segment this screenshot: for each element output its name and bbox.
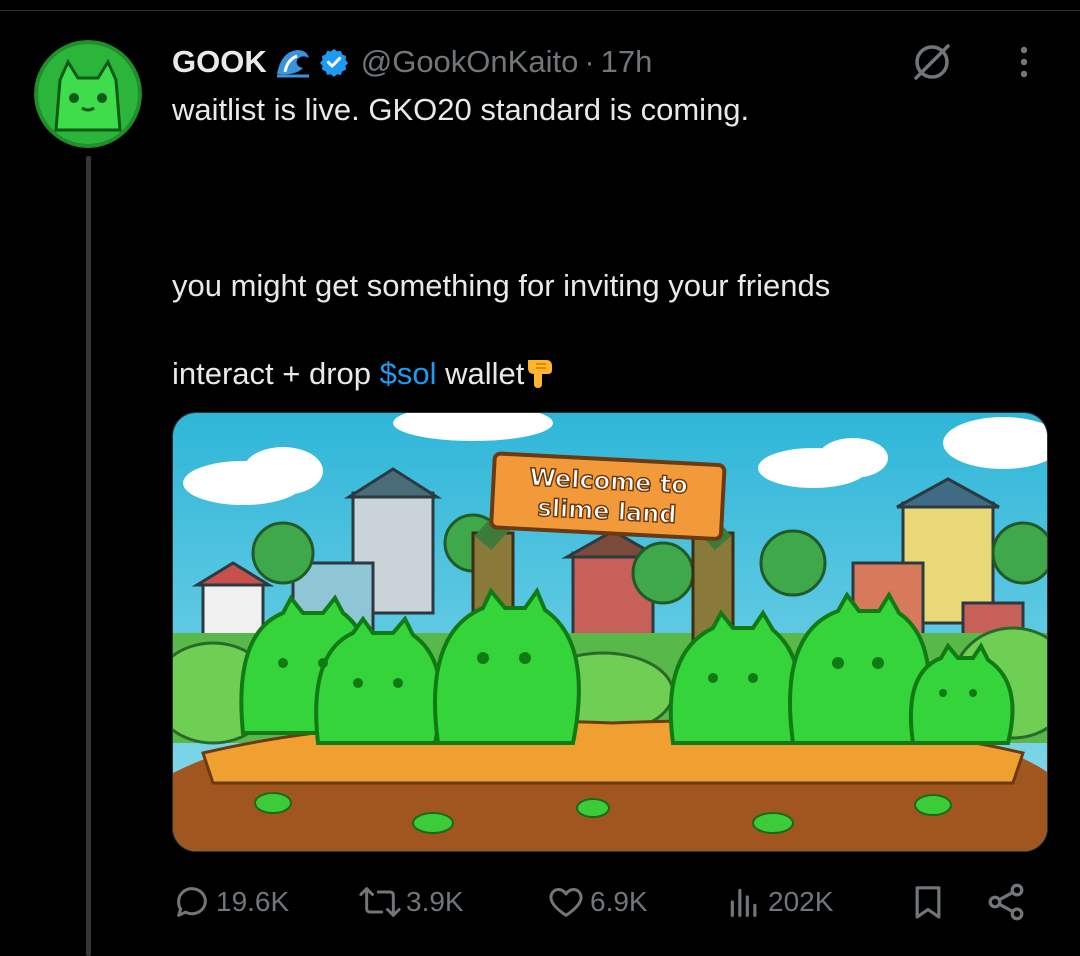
wave-emoji-icon <box>275 46 311 78</box>
reply-icon <box>177 887 207 917</box>
author-handle[interactable]: @GookOnKaito <box>361 44 579 80</box>
like-button[interactable]: 6.9K <box>546 876 648 928</box>
tweet-header: GOOK @GookOnKaito · 17h <box>172 40 652 84</box>
views-icon <box>730 888 757 917</box>
author-avatar[interactable] <box>34 40 142 148</box>
line3-suffix: wallet <box>436 356 525 391</box>
action-bar: 19.6K 3.9K 6.9K 202K <box>172 876 1042 928</box>
top-divider <box>0 0 1080 11</box>
bookmark-icon <box>915 886 941 919</box>
thread-line <box>86 156 91 956</box>
share-icon <box>988 883 1024 921</box>
tweet-text-line-2: you might get something for inviting you… <box>172 268 831 303</box>
retweet-count: 3.9K <box>406 886 464 917</box>
retweet-button[interactable]: 3.9K <box>358 876 464 928</box>
reply-button[interactable]: 19.6K <box>172 876 289 928</box>
tweet-text-line-3: interact + drop $sol wallet <box>172 356 558 392</box>
heart-icon <box>549 888 583 917</box>
grok-icon[interactable] <box>908 38 956 86</box>
views-button[interactable]: 202K <box>724 876 833 928</box>
avatar-image <box>34 40 142 148</box>
tweet-time[interactable]: 17h <box>601 44 653 80</box>
tweet-media-image[interactable]: Welcome to slime land <box>172 412 1048 852</box>
verified-badge-icon[interactable] <box>319 47 349 77</box>
slime-land-illustration: Welcome to slime land <box>173 413 1047 851</box>
separator-dot: · <box>584 44 595 79</box>
share-button[interactable] <box>984 876 1028 928</box>
bookmark-button[interactable] <box>908 876 948 928</box>
views-count: 202K <box>768 886 834 917</box>
more-options-icon[interactable] <box>1004 38 1044 86</box>
cashtag-link[interactable]: $sol <box>380 356 437 391</box>
author-name[interactable]: GOOK <box>172 44 267 80</box>
tweet-text-line-1: waitlist is live. GKO20 standard is comi… <box>172 92 750 127</box>
retweet-icon <box>359 887 401 917</box>
reply-count: 19.6K <box>216 886 290 917</box>
line3-prefix: interact + drop <box>172 356 380 391</box>
like-count: 6.9K <box>590 886 648 917</box>
pointing-down-emoji-icon <box>524 356 558 390</box>
